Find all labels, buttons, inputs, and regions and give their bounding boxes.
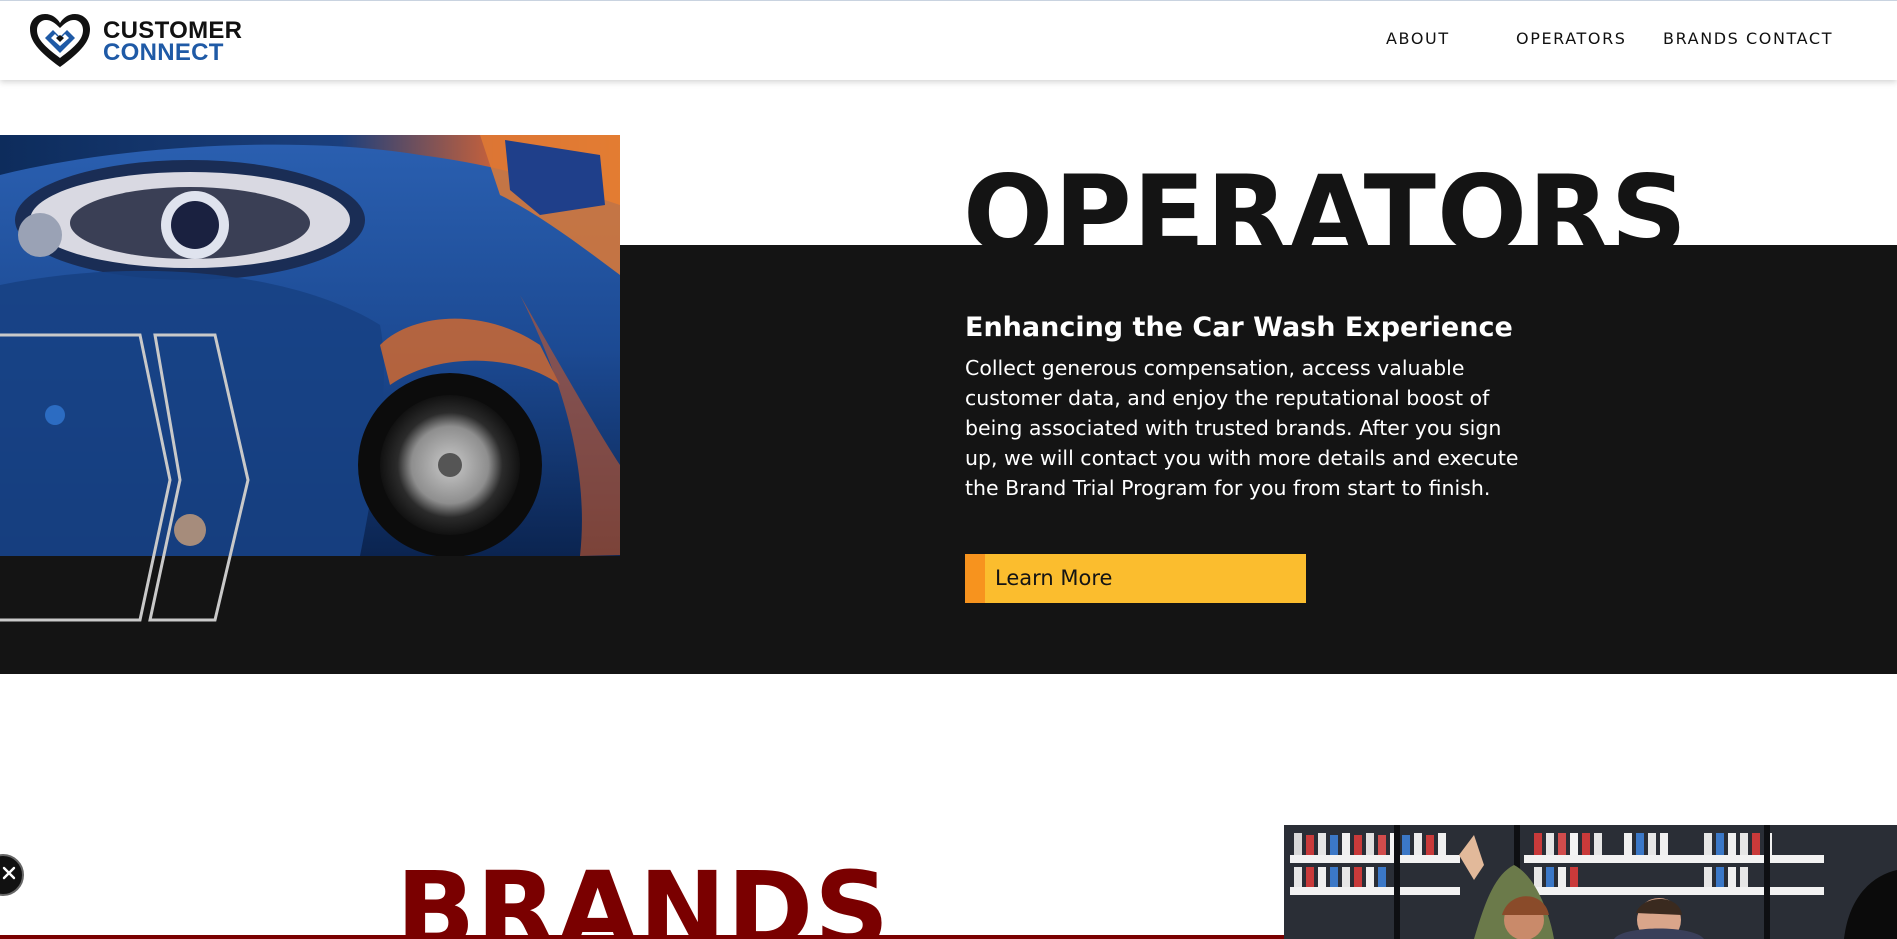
nav-contact[interactable]: CONTACT [1746,29,1833,48]
close-button[interactable] [0,854,24,896]
store-image [1284,825,1897,939]
logo-text: CUSTOMER CONNECT [103,19,242,66]
logo-line2: CONNECT [103,39,224,66]
learn-more-label: Learn More [995,566,1113,590]
button-accent-bar [965,554,985,603]
close-icon [2,866,16,880]
site-header: CUSTOMER CONNECT ABOUT OPERATORS BRANDS … [0,0,1897,80]
nav-brands[interactable]: BRANDS [1663,29,1739,48]
grocery-store-photo-illustration [1284,825,1897,939]
logo-link[interactable]: CUSTOMER CONNECT [28,13,242,69]
brands-title: BRANDS [396,855,891,939]
learn-more-button[interactable]: Learn More [965,554,1306,603]
operators-title: OPERATORS [963,160,1689,245]
nav-operators[interactable]: OPERATORS [1516,29,1627,48]
operators-description: Collect generous compensation, access va… [965,356,1519,500]
heart-logo-icon [30,14,90,67]
nav-about[interactable]: ABOUT [1386,29,1450,48]
operators-subtitle: Enhancing the Car Wash Experience [965,312,1513,343]
chevron-decoration-icon [0,333,250,622]
